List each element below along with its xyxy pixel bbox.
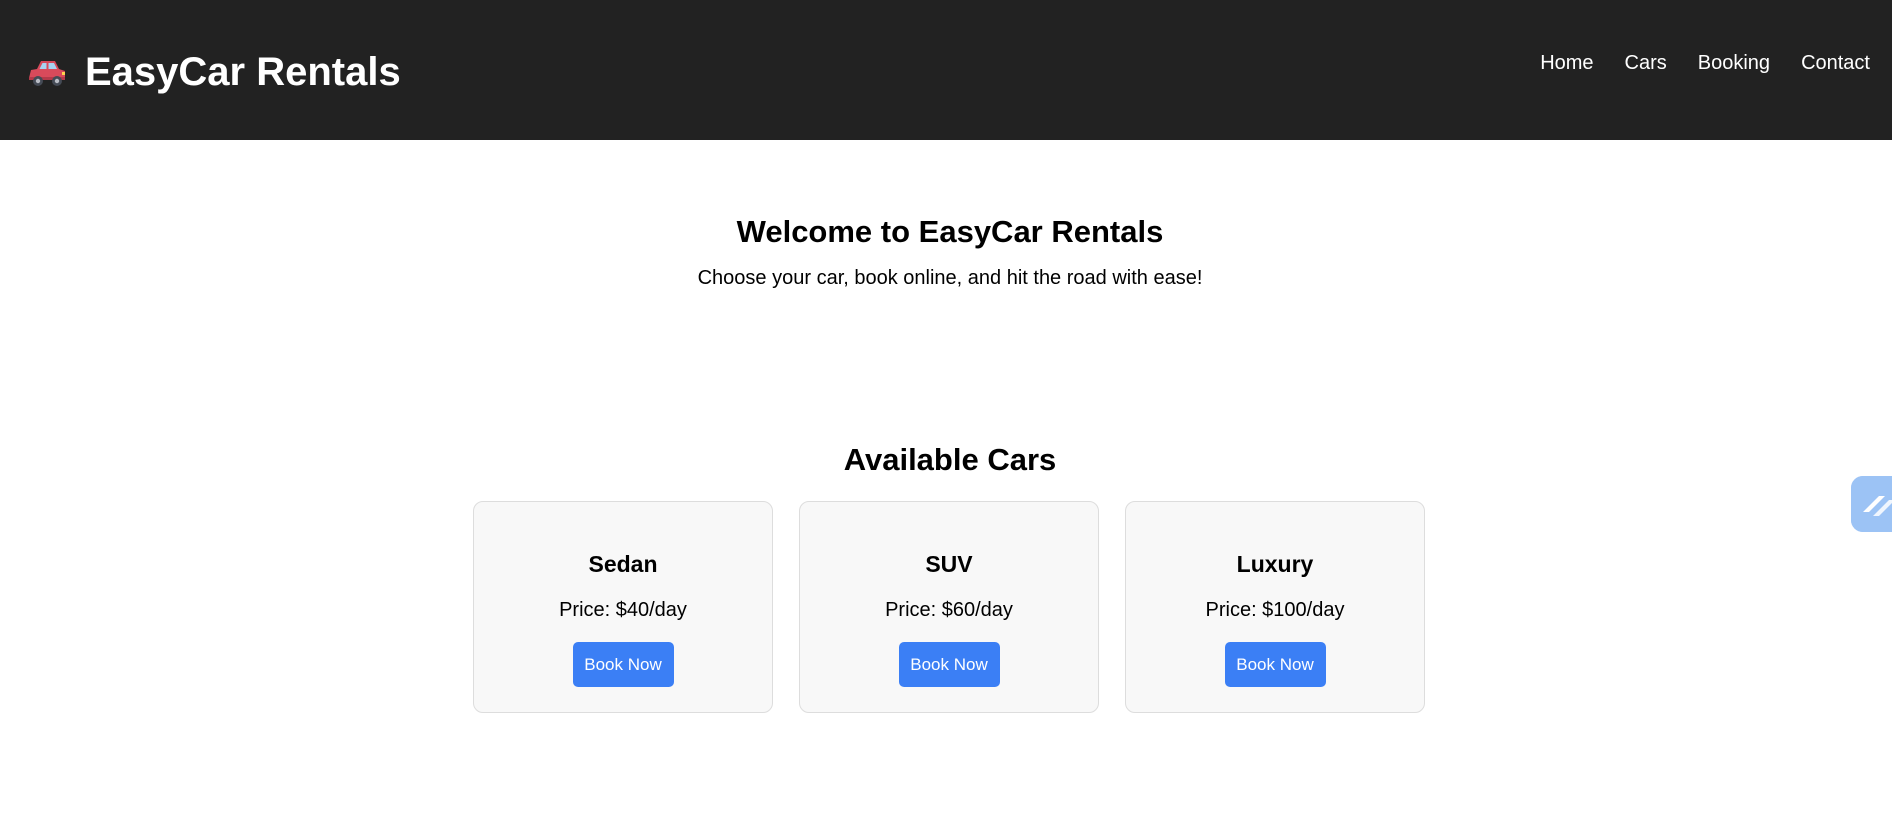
book-now-button-luxury[interactable]: Book Now [1224, 642, 1326, 687]
nav-booking-link[interactable]: Booking [1698, 52, 1770, 75]
car-icon [25, 50, 69, 94]
brand[interactable]: EasyCar Rentals [25, 44, 401, 100]
site-header: EasyCar Rentals Home Cars Booking Contac… [0, 0, 1892, 140]
car-name: Luxury [1236, 551, 1314, 577]
nav-cars-link[interactable]: Cars [1625, 52, 1667, 75]
available-cars-heading: Available Cars [843, 442, 1057, 477]
hero-section: Welcome to EasyCar Rentals Choose your c… [0, 210, 1892, 292]
car-name: Sedan [588, 551, 658, 577]
car-card-sedan: Sedan Price: $40/day Book Now [473, 501, 773, 713]
car-price: Price: $40/day [559, 599, 687, 621]
car-cards: Sedan Price: $40/day Book Now SUV Price:… [473, 501, 1425, 713]
floating-side-widget[interactable] [1851, 476, 1892, 532]
car-price: Price: $60/day [885, 599, 1013, 621]
hero-title: Welcome to EasyCar Rentals [736, 214, 1164, 249]
link-icon [1851, 476, 1892, 532]
book-now-button-sedan[interactable]: Book Now [572, 642, 674, 687]
car-card-luxury: Luxury Price: $100/day Book Now [1125, 501, 1425, 713]
main-nav: Home Cars Booking Contact [1540, 52, 1870, 75]
book-now-button-suv[interactable]: Book Now [898, 642, 1000, 687]
page: EasyCar Rentals Home Cars Booking Contac… [0, 0, 1892, 834]
car-name: SUV [925, 551, 973, 577]
brand-title: EasyCar Rentals [85, 50, 401, 94]
nav-home-link[interactable]: Home [1540, 52, 1593, 75]
car-card-suv: SUV Price: $60/day Book Now [799, 501, 1099, 713]
nav-contact-link[interactable]: Contact [1801, 52, 1870, 75]
car-price: Price: $100/day [1205, 599, 1345, 621]
hero-subtitle: Choose your car, book online, and hit th… [697, 267, 1203, 289]
